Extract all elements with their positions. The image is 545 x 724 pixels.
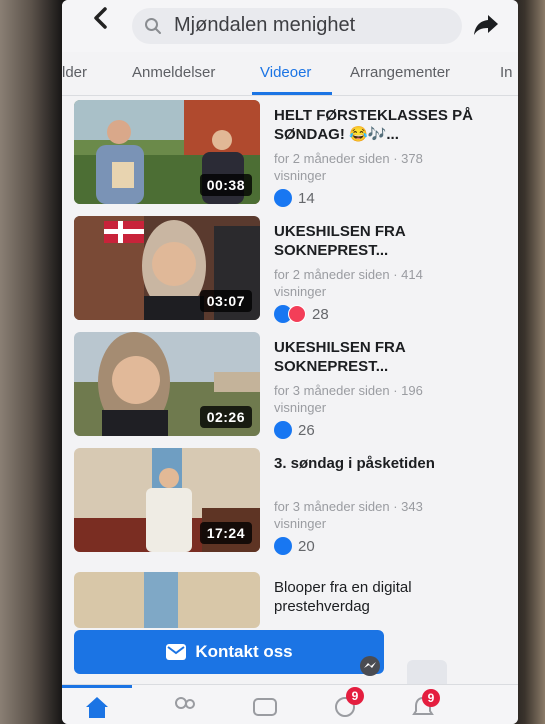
home-icon[interactable] <box>84 695 110 719</box>
reaction-count: 28 <box>312 305 329 323</box>
video-meta: for 2 måneder siden · 414 visninger <box>274 267 423 299</box>
video-thumbnail[interactable]: 00:38 <box>74 100 260 204</box>
notification-badge: 9 <box>346 687 364 705</box>
search-input[interactable]: Mjøndalen menighet <box>132 8 462 44</box>
tab-anmeldelser[interactable]: Anmeldelser <box>132 64 215 81</box>
page-tabs: lder Anmeldelser Videoer Arrangementer I… <box>62 56 518 96</box>
video-item[interactable]: 03:07 UKESHILSEN FRA SOKNEPREST... for 2… <box>62 216 518 332</box>
device-frame-left <box>0 0 70 724</box>
tab-videoer[interactable]: Videoer <box>260 64 311 81</box>
video-duration: 00:38 <box>199 174 252 196</box>
like-icon <box>274 189 292 207</box>
video-duration: 02:26 <box>199 406 252 428</box>
reaction-count: 26 <box>298 421 315 439</box>
video-title[interactable]: UKESHILSEN FRA SOKNEPREST... <box>274 338 502 376</box>
watch-icon[interactable] <box>252 695 278 719</box>
tab-more[interactable]: In <box>500 64 513 81</box>
video-thumbnail[interactable]: 17:24 <box>74 448 260 552</box>
video-meta: for 2 måneder siden · 378 visninger <box>274 151 423 183</box>
active-tab-indicator <box>252 92 332 95</box>
reactions[interactable]: 20 <box>274 536 315 556</box>
notification-badge: 9 <box>422 689 440 707</box>
bottom-navigation: 9 9 <box>62 684 518 724</box>
love-icon <box>288 305 306 323</box>
contact-button[interactable]: Kontakt oss <box>74 630 384 674</box>
video-item[interactable]: 17:24 3. søndag i påsketiden for 3 måned… <box>62 448 518 564</box>
reaction-count: 14 <box>298 189 315 207</box>
video-item[interactable]: 02:26 UKESHILSEN FRA SOKNEPREST... for 3… <box>62 332 518 448</box>
tab-bilder[interactable]: lder <box>62 64 87 81</box>
tab-arrangementer[interactable]: Arrangementer <box>350 64 450 81</box>
active-nav-indicator <box>62 685 132 688</box>
like-icon <box>274 537 292 555</box>
video-title[interactable]: Blooper fra en digital prestehverdag <box>274 578 502 616</box>
search-text: Mjøndalen menighet <box>174 14 356 36</box>
video-thumbnail-image <box>74 572 260 628</box>
search-icon <box>145 18 161 34</box>
video-item[interactable]: 00:38 HELT FØRSTEKLASSES PÅ SØNDAG! 😂🎶..… <box>62 100 518 216</box>
reactions[interactable]: 26 <box>274 420 315 440</box>
share-icon[interactable] <box>472 12 500 38</box>
reactions[interactable]: 28 <box>274 304 329 324</box>
video-duration: 17:24 <box>199 522 252 544</box>
video-meta: for 3 måneder siden · 196 visninger <box>274 383 423 415</box>
friends-icon[interactable] <box>172 695 198 719</box>
mail-icon <box>166 644 187 660</box>
reactions[interactable]: 14 <box>274 188 315 208</box>
reaction-count: 20 <box>298 537 315 555</box>
video-thumbnail[interactable] <box>74 572 260 628</box>
back-arrow-icon[interactable] <box>90 6 112 30</box>
video-item[interactable]: Blooper fra en digital prestehverdag <box>62 572 518 628</box>
video-duration: 03:07 <box>199 290 252 312</box>
top-bar: Mjøndalen menighet <box>62 0 518 52</box>
video-thumbnail[interactable]: 03:07 <box>74 216 260 320</box>
video-title[interactable]: HELT FØRSTEKLASSES PÅ SØNDAG! 😂🎶... <box>274 106 502 144</box>
like-icon <box>274 421 292 439</box>
video-meta: for 3 måneder siden · 343 visninger <box>274 499 423 531</box>
phone-screen: Mjøndalen menighet lder Anmeldelser Vide… <box>62 0 518 724</box>
messenger-icon <box>360 656 380 676</box>
video-title[interactable]: UKESHILSEN FRA SOKNEPREST... <box>274 222 502 260</box>
video-thumbnail[interactable]: 02:26 <box>74 332 260 436</box>
contact-button-label: Kontakt oss <box>195 642 293 661</box>
video-title[interactable]: 3. søndag i påsketiden <box>274 454 502 473</box>
messenger-button[interactable] <box>358 654 388 684</box>
